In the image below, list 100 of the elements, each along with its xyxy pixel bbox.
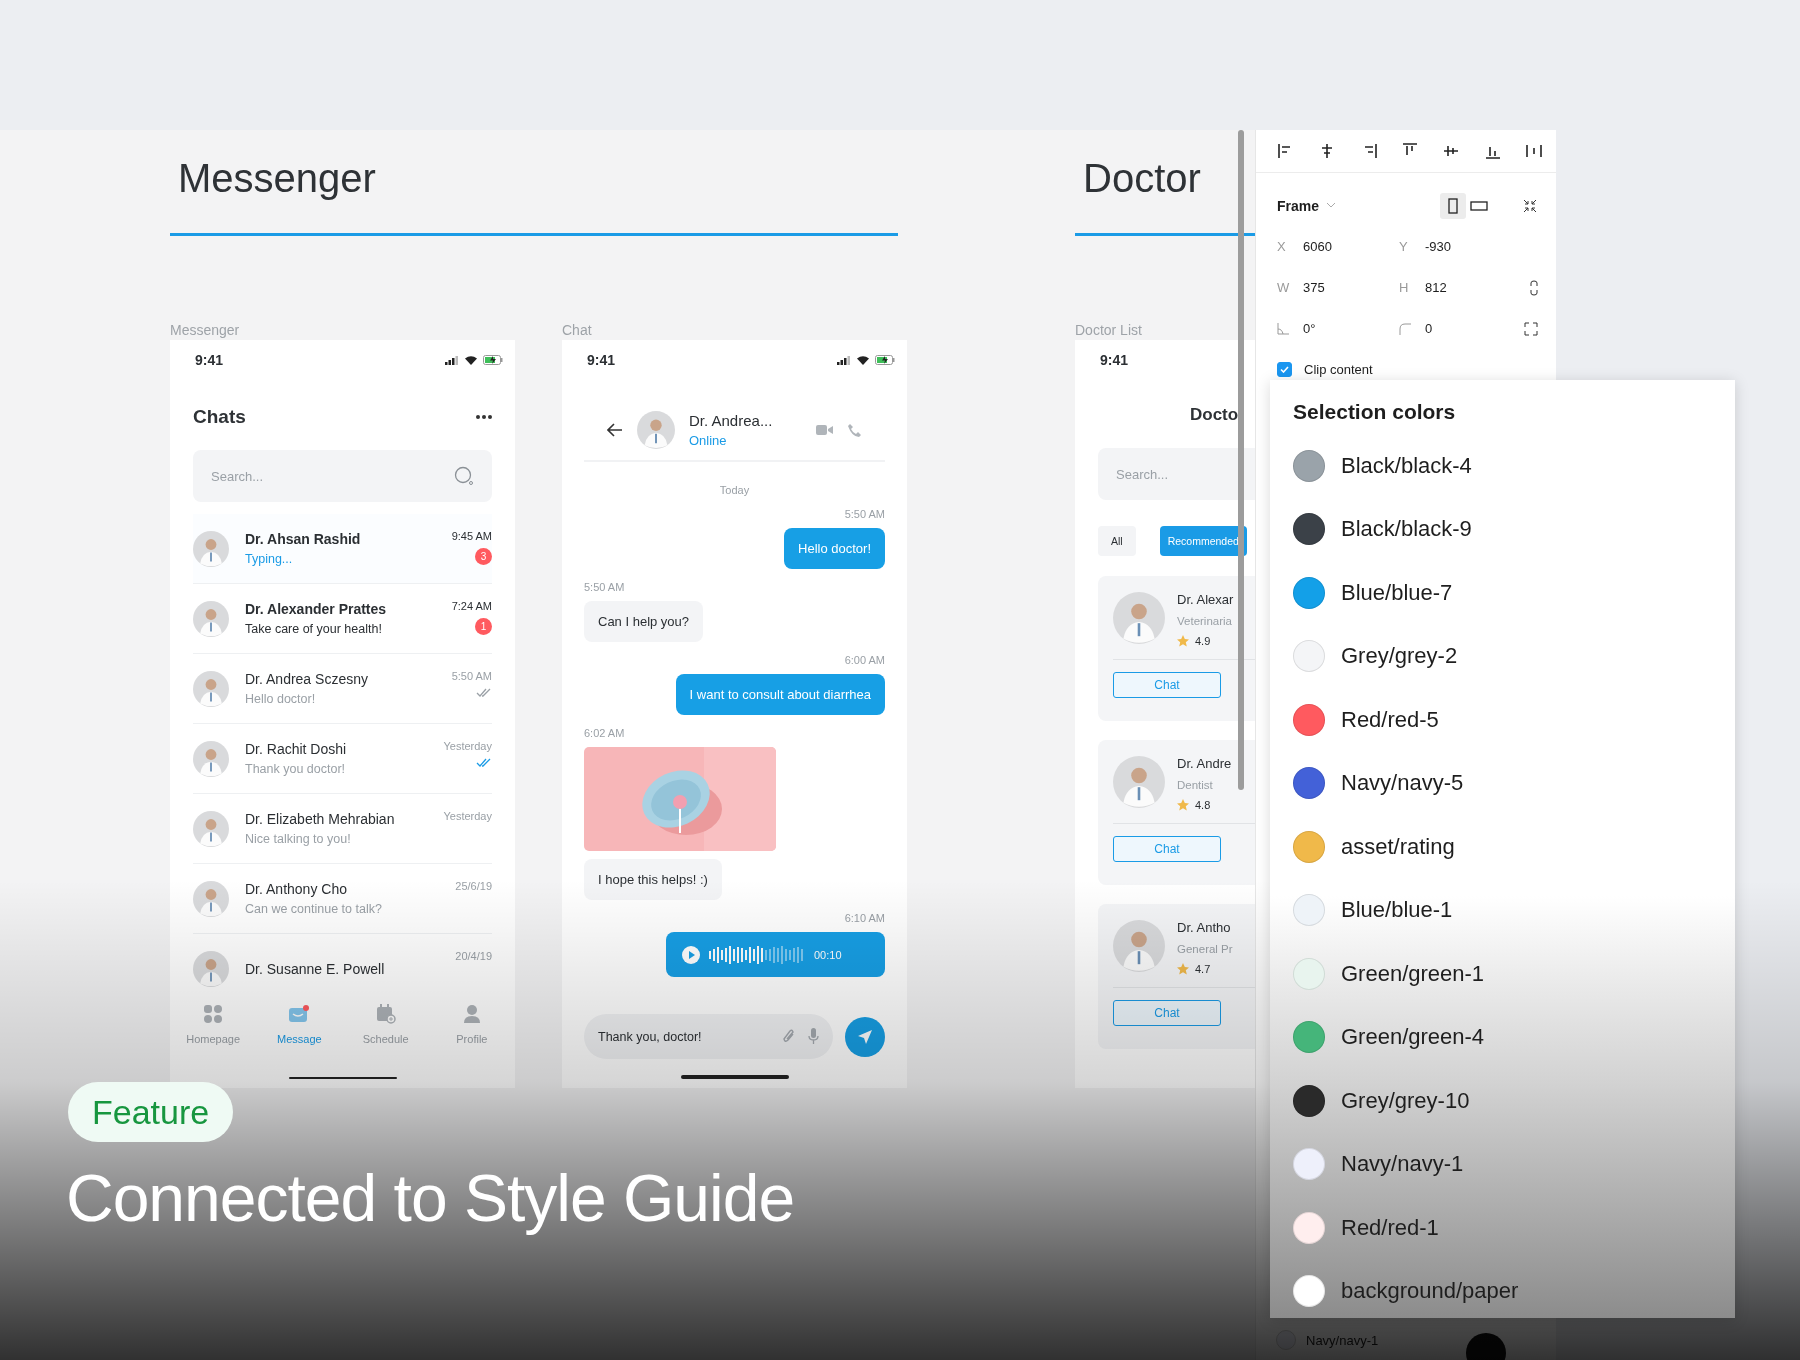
avatar (193, 740, 229, 777)
avatar (1113, 756, 1165, 808)
envelope-icon (288, 1004, 311, 1024)
message-time: Yesterday (443, 739, 492, 752)
paper-plane-icon (857, 1028, 873, 1045)
field-value[interactable]: -930 (1425, 239, 1452, 254)
filter-chip[interactable]: All (1098, 526, 1136, 556)
contact-name: Dr. Ahsan Rashid (245, 531, 362, 547)
color-swatch[interactable] (1293, 957, 1325, 990)
color-swatch[interactable] (1293, 1021, 1325, 1054)
message-input[interactable]: Thank you, doctor! (584, 1014, 833, 1059)
field-value[interactable]: 6060 (1303, 239, 1332, 254)
wifi-icon (857, 355, 869, 365)
field-value[interactable]: 812 (1425, 280, 1447, 295)
doctor-specialty: Veterinaria (1177, 615, 1233, 627)
double-check-icon (476, 687, 492, 697)
section-title: Messenger (178, 156, 376, 201)
color-swatch[interactable] (1293, 640, 1325, 673)
angle-icon (1277, 322, 1289, 335)
portrait-icon (1448, 197, 1458, 214)
star-icon (1177, 635, 1189, 647)
color-swatch[interactable] (1293, 513, 1325, 546)
double-check-icon (476, 757, 492, 767)
calendar-icon (375, 1004, 396, 1024)
search-field[interactable]: Search... (193, 450, 492, 502)
battery-icon (875, 355, 895, 365)
avatar (193, 810, 229, 847)
voice-duration: 00:10 (814, 948, 842, 961)
message-preview: Thank you doctor! (245, 762, 347, 776)
link-icon[interactable] (1530, 279, 1538, 296)
frame-dropdown[interactable]: Frame (1277, 197, 1320, 214)
color-name: asset/rating (1341, 833, 1455, 860)
message-time: 9:45 AM (451, 529, 492, 542)
color-swatch[interactable] (1293, 1084, 1325, 1117)
contact-name: Dr. Rachit Doshi (245, 741, 348, 757)
play-icon[interactable] (682, 945, 700, 964)
contact-name: Dr. Alexander Prattes (245, 601, 388, 617)
wifi-icon (465, 355, 477, 365)
status-time: 9:41 (195, 352, 224, 368)
frame-label: Chat (562, 322, 592, 338)
color-name: Navy/navy-1 (1341, 1151, 1464, 1178)
search-icon (454, 466, 474, 486)
section-title: Doctor (1083, 156, 1201, 201)
field-value[interactable]: 375 (1303, 280, 1325, 295)
online-status: Online (689, 433, 728, 448)
color-swatch[interactable] (1293, 1211, 1325, 1244)
message-time: 6:00 AM (844, 654, 885, 666)
microphone-icon[interactable] (808, 1028, 819, 1044)
phone-icon[interactable] (847, 422, 862, 438)
color-swatch[interactable] (1293, 449, 1325, 482)
message-bubble: Can I help you? (584, 601, 704, 642)
video-camera-icon[interactable] (816, 424, 833, 436)
signal-icon (445, 355, 459, 365)
message-bubble: Hello doctor! (784, 528, 885, 569)
chat-row[interactable]: Dr. Ahsan Rashid Typing... 9:45 AM 3 (193, 514, 492, 584)
message-preview: Can we continue to talk? (245, 902, 383, 916)
status-time: 9:41 (587, 352, 616, 368)
message-time: 5:50 AM (844, 508, 885, 520)
checkbox[interactable] (1277, 362, 1292, 377)
checkbox-label: Clip content (1304, 362, 1373, 377)
message-time: 6:10 AM (844, 912, 885, 924)
align-middle-icon[interactable] (1443, 143, 1460, 159)
star-icon (1177, 963, 1189, 975)
color-name: Green/green-1 (1341, 960, 1485, 987)
contact-name: Dr. Anthony Cho (245, 881, 348, 897)
contact-name: Dr. Andrea Sczesny (245, 671, 369, 687)
send-button[interactable] (845, 1016, 885, 1057)
color-swatch[interactable] (1293, 894, 1325, 927)
field-value[interactable]: 0 (1425, 321, 1433, 336)
date-label: Today (719, 484, 750, 496)
avatar (193, 880, 229, 917)
unread-count: 3 (475, 547, 492, 565)
portrait-button[interactable] (1440, 192, 1466, 219)
color-swatch[interactable] (1293, 767, 1325, 800)
color-swatch[interactable] (1293, 703, 1325, 736)
color-name: Blue/blue-7 (1341, 579, 1453, 606)
field-label: X (1277, 239, 1287, 254)
screen-title: Docto (1190, 405, 1239, 425)
collapse-icon[interactable] (1522, 198, 1538, 213)
expand-icon[interactable] (1524, 321, 1538, 336)
unread-count: 1 (475, 617, 492, 635)
rating-value: 4.8 (1195, 799, 1211, 811)
color-swatch[interactable] (1293, 1148, 1325, 1181)
search-field[interactable]: Search... (1098, 448, 1255, 500)
message-preview: Hello doctor! (245, 692, 317, 706)
color-swatch[interactable] (1293, 576, 1325, 609)
scrollbar[interactable] (1238, 130, 1244, 790)
avatar (193, 950, 229, 987)
back-arrow-icon[interactable] (607, 423, 623, 437)
distribute-icon[interactable] (1525, 143, 1542, 159)
color-swatch[interactable] (1293, 830, 1325, 863)
message-time: 6:02 AM (584, 727, 625, 739)
color-name: Red/red-5 (1341, 706, 1439, 733)
paperclip-icon[interactable] (782, 1028, 796, 1044)
field-value[interactable]: 0° (1303, 321, 1316, 336)
color-swatch[interactable] (1293, 1275, 1325, 1308)
more-icon[interactable] (476, 415, 492, 419)
message-bubble: I want to consult about diarrhea (675, 674, 885, 715)
color-name: Black/black-9 (1341, 516, 1472, 543)
message-bubble: I hope this helps! :) (584, 859, 722, 900)
